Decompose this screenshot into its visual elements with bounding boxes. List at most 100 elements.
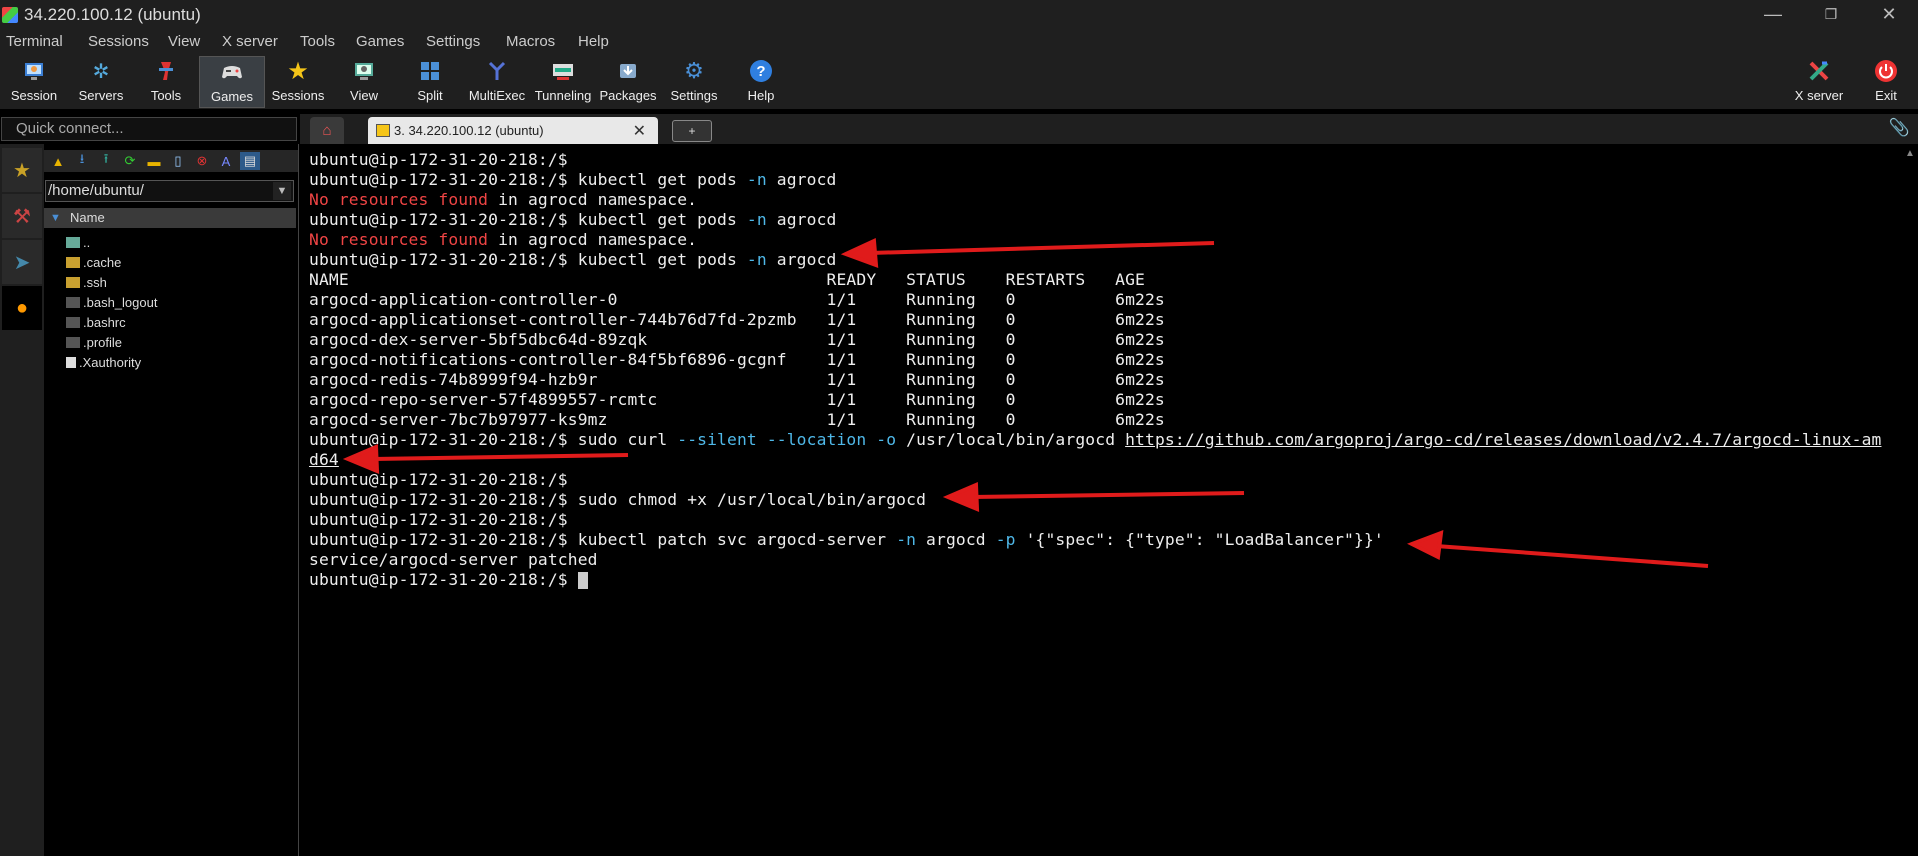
multiexec-label: MultiExec bbox=[468, 88, 526, 103]
packages-icon bbox=[616, 59, 640, 83]
tunneling-icon bbox=[551, 59, 575, 83]
terminal-line: ubuntu@ip-172-31-20-218:/$ sudo curl --s… bbox=[309, 430, 1882, 449]
settings-button[interactable]: ⚙ Settings bbox=[669, 56, 719, 106]
rename-icon[interactable]: A bbox=[216, 152, 236, 170]
xserver-icon bbox=[1807, 59, 1831, 83]
terminal-line: ubuntu@ip-172-31-20-218:/$ kubectl patch… bbox=[309, 530, 1384, 549]
view-button[interactable]: View bbox=[344, 56, 384, 106]
tools-icon bbox=[154, 59, 178, 83]
multiexec-button[interactable]: MultiExec bbox=[466, 56, 528, 106]
x-server-button[interactable]: X server bbox=[1792, 56, 1846, 106]
side-tab-strip: ★ ⚒ ➤ ● bbox=[0, 144, 44, 856]
file-name: .bash_logout bbox=[83, 294, 158, 310]
sftp-path-value: /home/ubuntu/ bbox=[48, 182, 144, 199]
split-label: Split bbox=[417, 88, 443, 103]
terminal-scrollbar[interactable]: ▲ bbox=[1904, 144, 1918, 856]
tab-bar: ⌂ 3. 34.220.100.12 (ubuntu) ✕ + 📎 bbox=[300, 114, 1918, 144]
sessions-button[interactable]: ★ Sessions bbox=[270, 56, 326, 106]
file-name: .cache bbox=[83, 254, 122, 270]
close-window-button[interactable]: ✕ bbox=[1860, 0, 1918, 29]
packages-button[interactable]: Packages bbox=[599, 56, 657, 106]
help-button[interactable]: ? Help bbox=[746, 56, 776, 106]
file-row[interactable]: .Xauthority bbox=[66, 352, 141, 372]
menu-help[interactable]: Help bbox=[578, 33, 609, 50]
parent-folder-icon[interactable]: ▲ bbox=[48, 152, 68, 170]
new-file-icon[interactable]: ▯ bbox=[168, 152, 188, 170]
file-row[interactable]: .bash_logout bbox=[66, 292, 157, 312]
scroll-up-icon[interactable]: ▲ bbox=[1905, 148, 1915, 159]
terminal-line: argocd-notifications-controller-84f5bf68… bbox=[309, 350, 1165, 369]
terminal-pane[interactable]: ubuntu@ip-172-31-20-218:/$ ubuntu@ip-172… bbox=[300, 144, 1904, 856]
paperclip-icon[interactable]: 📎 bbox=[1889, 118, 1910, 138]
tunneling-label: Tunneling bbox=[534, 88, 592, 103]
servers-button[interactable]: ✲ Servers bbox=[74, 56, 128, 106]
exit-label: Exit bbox=[1875, 88, 1897, 103]
toolbar: Session ✲ Servers Tools Games ★ Sessions… bbox=[0, 53, 1918, 109]
home-tab[interactable]: ⌂ bbox=[310, 117, 344, 144]
session-icon bbox=[22, 59, 46, 83]
new-tab-button[interactable]: + bbox=[672, 120, 712, 142]
menu-terminal[interactable]: Terminal bbox=[6, 33, 63, 50]
file-name: .bashrc bbox=[83, 314, 126, 330]
terminal-cursor bbox=[577, 572, 588, 589]
file-row[interactable]: .cache bbox=[66, 252, 121, 272]
file-name: .. bbox=[83, 234, 91, 250]
file-icon bbox=[66, 356, 76, 368]
window-title: 34.220.100.12 (ubuntu) bbox=[24, 4, 201, 24]
games-label: Games bbox=[211, 89, 253, 104]
download-url-link[interactable]: d64 bbox=[309, 450, 339, 469]
sessions-side-tab[interactable]: ★ bbox=[2, 148, 42, 192]
terminal-line: ubuntu@ip-172-31-20-218:/$ bbox=[309, 150, 568, 169]
refresh-icon[interactable]: ⟳ bbox=[120, 152, 140, 170]
tools-label: Tools bbox=[150, 88, 182, 103]
file-row[interactable]: .profile bbox=[66, 332, 122, 352]
session-button[interactable]: Session bbox=[8, 56, 60, 106]
sftp-side-tab[interactable]: ● bbox=[2, 286, 42, 330]
terminal-line: d64 bbox=[309, 450, 339, 470]
download-icon[interactable]: ⭳ bbox=[72, 151, 92, 170]
gear-icon: ⚙ bbox=[684, 58, 704, 83]
menu-sessions[interactable]: Sessions bbox=[88, 33, 149, 50]
new-folder-icon[interactable]: ▬ bbox=[144, 152, 164, 170]
upload-icon[interactable]: ⭱ bbox=[96, 151, 116, 170]
tools-side-tab[interactable]: ⚒ bbox=[2, 194, 42, 238]
delete-icon[interactable]: ⊗ bbox=[192, 152, 212, 170]
terminal-line: argocd-applicationset-controller-744b76d… bbox=[309, 310, 1165, 329]
session-tab[interactable]: 3. 34.220.100.12 (ubuntu) ✕ bbox=[368, 117, 658, 144]
menu-games[interactable]: Games bbox=[356, 33, 404, 50]
terminal-line: ubuntu@ip-172-31-20-218:/$ bbox=[309, 470, 568, 489]
menu-view[interactable]: View bbox=[168, 33, 200, 50]
star-icon: ★ bbox=[287, 57, 309, 85]
tools-button[interactable]: Tools bbox=[140, 56, 192, 106]
file-row[interactable]: .ssh bbox=[66, 272, 107, 292]
follow-terminal-icon[interactable]: ▤ bbox=[240, 152, 260, 170]
menu-macros[interactable]: Macros bbox=[506, 33, 555, 50]
chevron-down-icon[interactable]: ▼ bbox=[273, 182, 291, 200]
restore-button[interactable]: ❐ bbox=[1802, 0, 1860, 29]
macros-side-tab[interactable]: ➤ bbox=[2, 240, 42, 284]
parent-dir-icon bbox=[66, 236, 80, 248]
file-row[interactable]: .. bbox=[66, 232, 90, 252]
minimize-button[interactable]: — bbox=[1744, 0, 1802, 29]
games-button[interactable]: Games bbox=[199, 56, 265, 108]
menu-x-server[interactable]: X server bbox=[222, 33, 278, 50]
download-url-link[interactable]: https://github.com/argoproj/argo-cd/rele… bbox=[1125, 430, 1881, 449]
terminal-line: ubuntu@ip-172-31-20-218:/$ bbox=[309, 510, 568, 529]
close-icon[interactable]: ✕ bbox=[633, 121, 646, 141]
terminal-line: argocd-repo-server-57f4899557-rcmtc 1/1 … bbox=[309, 390, 1165, 409]
file-row[interactable]: .bashrc bbox=[66, 312, 126, 332]
sftp-panel: ▲ ⭳ ⭱ ⟳ ▬ ▯ ⊗ A ▤ /home/ubuntu/ ▼ ▼ Name… bbox=[44, 144, 299, 856]
menu-tools[interactable]: Tools bbox=[300, 33, 335, 50]
quick-connect-input[interactable]: Quick connect... bbox=[1, 117, 297, 141]
sftp-icon: ● bbox=[15, 296, 29, 319]
terminal-line: NAME READY STATUS RESTARTS AGE bbox=[309, 270, 1145, 289]
terminal-line: No resources found in agrocd namespace. bbox=[309, 230, 698, 249]
split-button[interactable]: Split bbox=[412, 56, 448, 106]
tunneling-button[interactable]: Tunneling bbox=[533, 56, 593, 106]
file-icon bbox=[66, 336, 80, 348]
exit-button[interactable]: Exit bbox=[1874, 56, 1898, 106]
file-column-header[interactable]: ▼ Name bbox=[44, 208, 296, 228]
sftp-path-field[interactable]: /home/ubuntu/ ▼ bbox=[45, 180, 294, 202]
menu-settings[interactable]: Settings bbox=[426, 33, 480, 50]
packages-label: Packages bbox=[599, 88, 657, 103]
